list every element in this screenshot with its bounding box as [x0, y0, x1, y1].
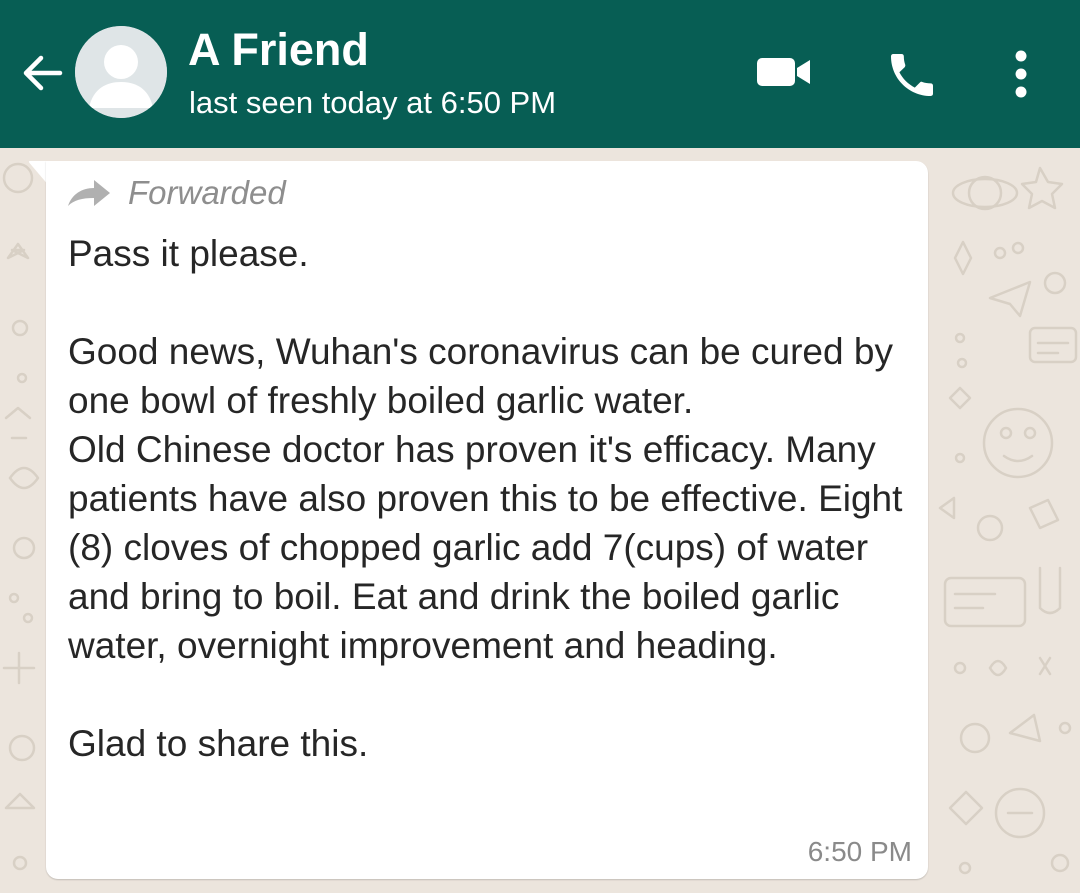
video-camera-icon [757, 58, 810, 86]
message-line: Old Chinese doctor has proven it's effic… [68, 429, 903, 666]
video-call-button[interactable] [754, 50, 814, 94]
more-options-button[interactable] [1000, 44, 1042, 104]
chat-header: A Friend last seen today at 6:50 PM [0, 0, 1080, 148]
message-line: Glad to share this. [68, 723, 369, 764]
forward-arrow-icon [68, 180, 110, 206]
more-vertical-icon [1015, 50, 1027, 98]
default-person-icon [75, 26, 167, 118]
phone-icon [891, 54, 933, 96]
avatar[interactable] [75, 26, 167, 118]
message-timestamp: 6:50 PM [807, 836, 912, 867]
arrow-left-icon [23, 55, 63, 91]
message-text: Pass it please. Good news, Wuhan's coron… [68, 229, 918, 768]
contact-name[interactable]: A Friend [188, 24, 369, 76]
last-seen-status: last seen today at 6:50 PM [189, 85, 557, 120]
voice-call-button[interactable] [883, 47, 941, 103]
forwarded-indicator: Forwarded [66, 172, 286, 214]
back-button[interactable] [18, 48, 68, 98]
message-line: Pass it please. [68, 233, 309, 274]
message-line: Good news, Wuhan's coronavirus can be cu… [68, 331, 893, 421]
forwarded-label: Forwarded [128, 174, 286, 211]
